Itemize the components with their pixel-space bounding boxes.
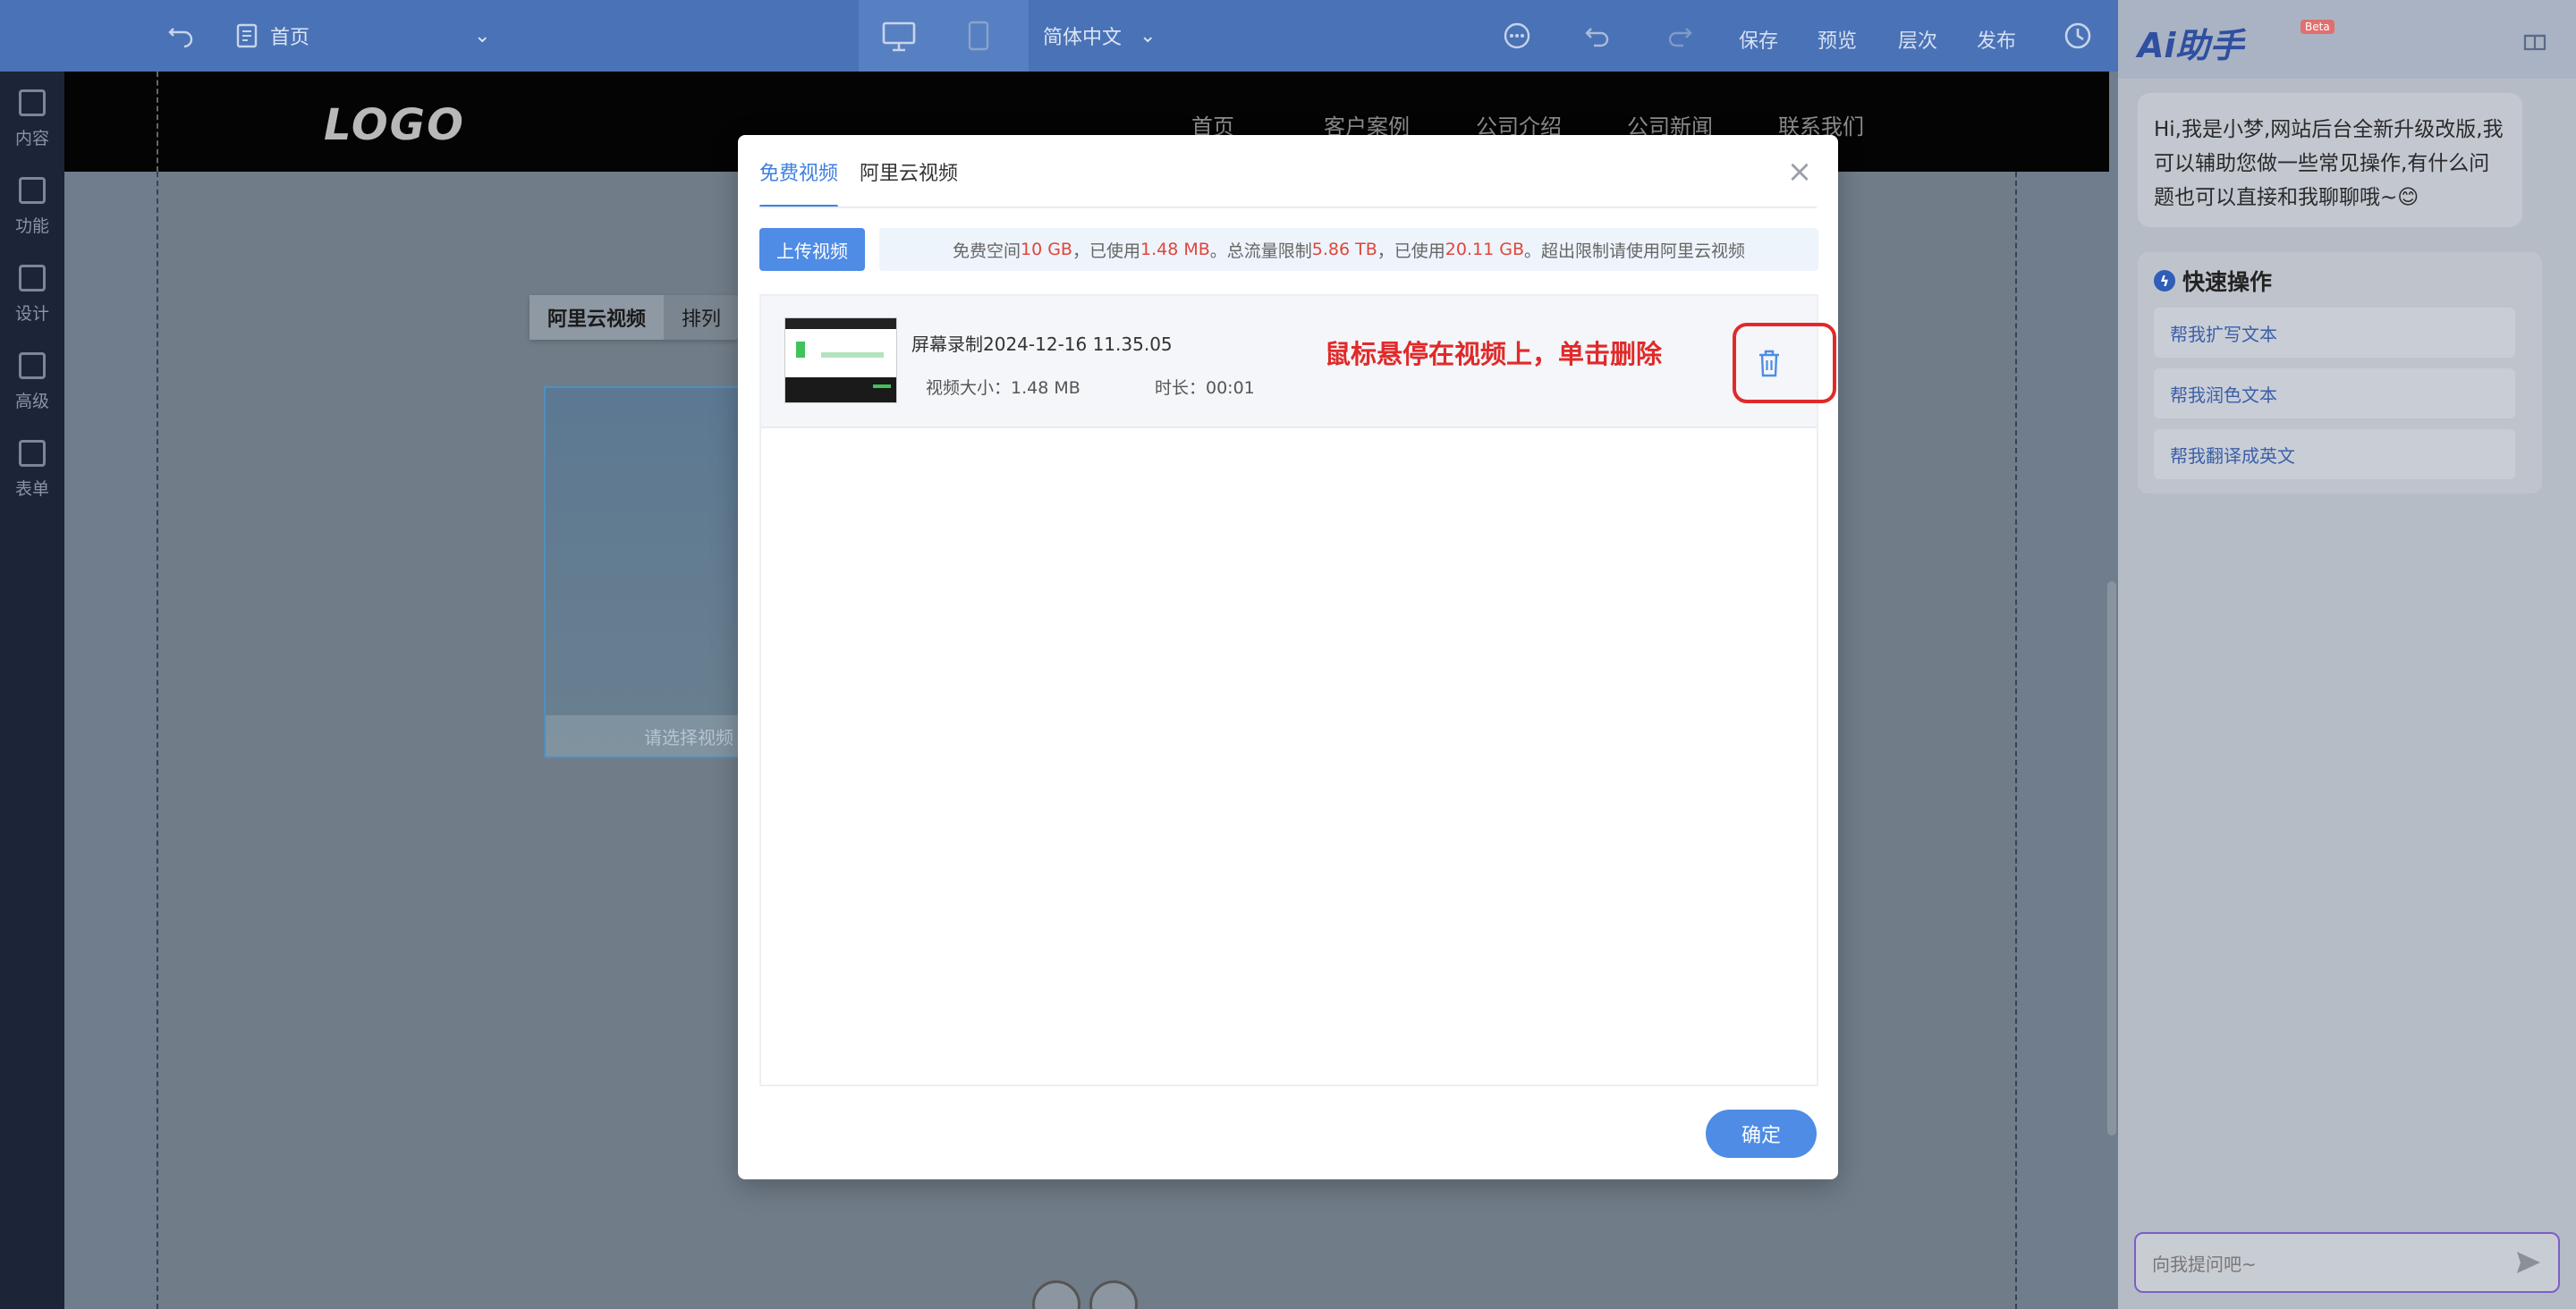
sidebar-item-content[interactable]: 内容 (0, 89, 64, 149)
language-label: 简体中文 (1043, 27, 1123, 49)
video-thumbnail (784, 317, 897, 403)
quota-text: ，已使用 (1072, 241, 1140, 261)
quick-actions: ϟ 快速操作 帮我扩写文本 帮我润色文本 帮我翻译成英文 (2138, 252, 2542, 494)
undo-icon[interactable] (1583, 0, 1612, 72)
sidebar-item-label: 功能 (14, 216, 49, 236)
ai-assistant-panel: Ai助手 Beta Hi,我是小梦,网站后台全新升级改版,我可以辅助您做一些常见… (2118, 0, 2576, 1309)
confirm-button[interactable]: 确定 (1706, 1110, 1817, 1158)
quota-text: 。总流量限制 (1209, 241, 1312, 261)
widget-tab-aliyun-video[interactable]: 阿里云视频 (530, 295, 665, 340)
grid-icon (19, 177, 46, 204)
widget-tab-arrange[interactable]: 排列 (664, 303, 739, 332)
video-list: 屏幕录制2024-12-16 11.35.05 视频大小：1.48 MB 时长：… (759, 294, 1818, 1086)
site-logo[interactable]: LOGO (324, 100, 465, 150)
quick-actions-label: 快速操作 (2182, 269, 2273, 295)
storage-quota-info: 免费空间 10 GB ，已使用 1.48 MB 。总流量限制 5.86 TB ，… (879, 228, 1818, 271)
tab-free-video[interactable]: 免费视频 (759, 135, 839, 208)
sidebar-item-form[interactable]: 表单 (0, 440, 64, 500)
ai-input[interactable]: 向我提问吧~ (2134, 1232, 2560, 1293)
preview-button[interactable]: 预览 (1818, 25, 1857, 54)
mobile-view-button[interactable] (968, 0, 989, 72)
beta-badge: Beta (2301, 20, 2334, 34)
history-icon[interactable] (2063, 0, 2093, 72)
sidebar-item-label: 设计 (14, 304, 49, 324)
send-icon[interactable] (2515, 1250, 2542, 1275)
language-select[interactable]: 简体中文 ⌄ (1043, 0, 1156, 72)
quick-action-expand[interactable]: 帮我扩写文本 (2154, 308, 2515, 358)
gift-icon[interactable] (2522, 27, 2547, 52)
monitor-icon (882, 21, 916, 52)
quick-action-polish[interactable]: 帮我润色文本 (2154, 368, 2515, 418)
page-select-label: 首页 (270, 27, 310, 49)
chevron-down-icon: ⌄ (1140, 24, 1157, 47)
more-icon[interactable] (1503, 0, 1531, 72)
sidebar-item-design[interactable]: 设计 (0, 265, 64, 325)
desktop-view-button[interactable] (859, 0, 1029, 72)
quick-action-translate[interactable]: 帮我翻译成英文 (2154, 429, 2515, 479)
trash-icon[interactable] (1756, 348, 1783, 378)
code-icon (19, 352, 46, 379)
undo-nav-icon[interactable] (166, 0, 195, 72)
delete-hint-annotation: 鼠标悬停在视频上，单击删除 (1325, 339, 1663, 369)
lightning-icon: ϟ (2154, 270, 2175, 291)
quota-text: ，已使用 (1377, 241, 1445, 261)
quota-traffic-limit: 5.86 TB (1311, 240, 1377, 259)
upload-video-button[interactable]: 上传视频 (759, 228, 865, 271)
quota-text: 免费空间 (952, 241, 1021, 261)
video-size: 视频大小：1.48 MB (926, 378, 1080, 398)
sidebar-item-label: 高级 (14, 392, 49, 411)
phone-icon (968, 21, 989, 51)
sidebar-item-label: 表单 (14, 479, 49, 499)
save-button[interactable]: 保存 (1739, 25, 1778, 54)
canvas-bottom-tools (1032, 1280, 1138, 1309)
publish-button[interactable]: 发布 (1977, 25, 2016, 54)
page-icon (236, 23, 258, 48)
redo-icon[interactable] (1665, 0, 1694, 72)
ai-greeting: Hi,我是小梦,网站后台全新升级改版,我可以辅助您做一些常见操作,有什么问题也可… (2138, 93, 2522, 227)
ai-input-placeholder: 向我提问吧~ (2152, 1253, 2257, 1275)
video-manager-dialog: 免费视频 阿里云视频 × 上传视频 免费空间 10 GB ，已使用 1.48 M… (738, 135, 1838, 1179)
ai-title: Ai助手 (2138, 26, 2244, 65)
tab-aliyun-video[interactable]: 阿里云视频 (860, 135, 958, 208)
quota-used-space: 1.48 MB (1140, 240, 1210, 259)
chevron-down-icon: ⌄ (474, 24, 491, 47)
video-name: 屏幕录制2024-12-16 11.35.05 (911, 334, 1173, 355)
top-toolbar: 首页 ⌄ 简体中文 ⌄ 保存 预览 层次 发布 (0, 0, 2118, 72)
quota-free-space: 10 GB (1020, 240, 1072, 259)
highlight-ring (1733, 323, 1836, 403)
move-up-icon[interactable] (1089, 1280, 1138, 1309)
left-sidebar: 内容 功能 设计 高级 表单 (0, 72, 64, 1309)
quick-actions-title: ϟ 快速操作 (2154, 265, 2272, 297)
guide-line (157, 72, 158, 172)
dialog-tabs: 免费视频 阿里云视频 (759, 135, 958, 208)
video-item[interactable]: 屏幕录制2024-12-16 11.35.05 视频大小：1.48 MB 时长：… (761, 296, 1817, 428)
quota-text: 。超出限制请使用阿里云视频 (1524, 241, 1746, 261)
page-select[interactable]: 首页 ⌄ (236, 0, 490, 72)
close-icon[interactable]: × (1784, 156, 1815, 189)
quota-traffic-used: 20.11 GB (1445, 240, 1524, 259)
document-icon (19, 89, 46, 116)
sidebar-item-advanced[interactable]: 高级 (0, 352, 64, 412)
video-duration: 时长：00:01 (1155, 378, 1255, 398)
sidebar-item-label: 内容 (14, 129, 49, 148)
canvas-scrollbar[interactable] (2107, 581, 2116, 1136)
layout-icon (19, 265, 46, 291)
settings-icon[interactable] (1032, 1280, 1080, 1309)
widget-toolbar: 阿里云视频 排列 (530, 295, 740, 340)
form-icon (19, 440, 46, 467)
sidebar-item-function[interactable]: 功能 (0, 177, 64, 237)
layers-button[interactable]: 层次 (1898, 25, 1937, 54)
ai-header: Ai助手 Beta (2118, 0, 2576, 79)
divider (759, 207, 1817, 208)
